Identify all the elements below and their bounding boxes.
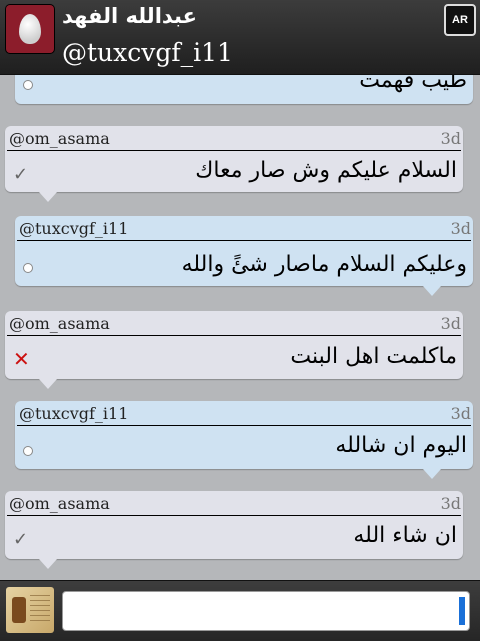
scroll-image-icon xyxy=(12,597,26,623)
bubble-tail xyxy=(39,379,57,389)
message-text: وعليكم السلام ماصار شئً والله xyxy=(181,252,467,277)
message-sender[interactable]: @om_asama xyxy=(9,494,110,513)
message-meta: @tuxcvgf_i11 3d xyxy=(17,216,471,241)
default-egg-icon xyxy=(19,14,41,44)
message-meta: @tuxcvgf_i11 3d xyxy=(17,401,471,426)
message-bubble-incoming[interactable]: @om_asama 3d ان شاء الله ✓ xyxy=(5,491,463,569)
message-sender[interactable]: @om_asama xyxy=(9,129,110,148)
avatar[interactable] xyxy=(6,5,54,53)
bubble-tail xyxy=(423,286,441,296)
message-time: 3d xyxy=(450,404,471,423)
contact-name: عبدالله الفهد xyxy=(62,4,197,28)
text-lines-decoration xyxy=(30,595,50,625)
message-text: اليوم ان شالله xyxy=(335,433,467,458)
bubble-tail xyxy=(39,192,57,202)
read-check-icon: ✓ xyxy=(13,164,29,185)
message-text: ماكلمت اهل البنت xyxy=(290,344,457,369)
message-text: السلام عليكم وش صار معاك xyxy=(195,158,457,183)
bubble-tail xyxy=(39,559,57,569)
text-cursor xyxy=(459,597,465,625)
message-meta: @om_asama 3d xyxy=(7,311,461,336)
message-time: 3d xyxy=(440,129,461,148)
read-check-icon: ✓ xyxy=(13,529,29,550)
sent-status-icon xyxy=(23,80,33,90)
message-bubble-outgoing[interactable]: @tuxcvgf_i11 3d اليوم ان شالله xyxy=(15,401,473,479)
message-text: ان شاء الله xyxy=(353,523,457,548)
message-bubble-incoming[interactable]: @om_asama 3d السلام عليكم وش صار معاك ✓ xyxy=(5,126,463,202)
message-time: 3d xyxy=(440,314,461,333)
message-meta: @om_asama 3d xyxy=(7,126,461,151)
message-bubble-outgoing[interactable]: @tuxcvgf_i11 3d وعليكم السلام ماصار شئً … xyxy=(15,216,473,296)
message-time: 3d xyxy=(450,219,471,238)
image-attachment-thumbnail[interactable] xyxy=(6,587,54,633)
message-bubble-incoming[interactable]: @om_asama 3d ماكلمت اهل البنت ✕ xyxy=(5,311,463,389)
composer-bar xyxy=(0,580,480,641)
message-time: 3d xyxy=(440,494,461,513)
message-input[interactable] xyxy=(62,591,470,631)
message-sender[interactable]: @om_asama xyxy=(9,314,110,333)
conversation-header: عبدالله الفهد @tuxcvgf_i11 AR xyxy=(0,0,480,75)
message-meta: @om_asama 3d xyxy=(7,491,461,516)
contact-handle: @tuxcvgf_i11 xyxy=(62,38,233,67)
sent-status-icon xyxy=(23,263,33,273)
bubble-tail xyxy=(423,469,441,479)
message-sender[interactable]: @tuxcvgf_i11 xyxy=(19,404,128,423)
message-sender[interactable]: @tuxcvgf_i11 xyxy=(19,219,128,238)
language-button[interactable]: AR xyxy=(444,4,476,36)
failed-x-icon[interactable]: ✕ xyxy=(13,347,30,371)
sent-status-icon xyxy=(23,446,33,456)
